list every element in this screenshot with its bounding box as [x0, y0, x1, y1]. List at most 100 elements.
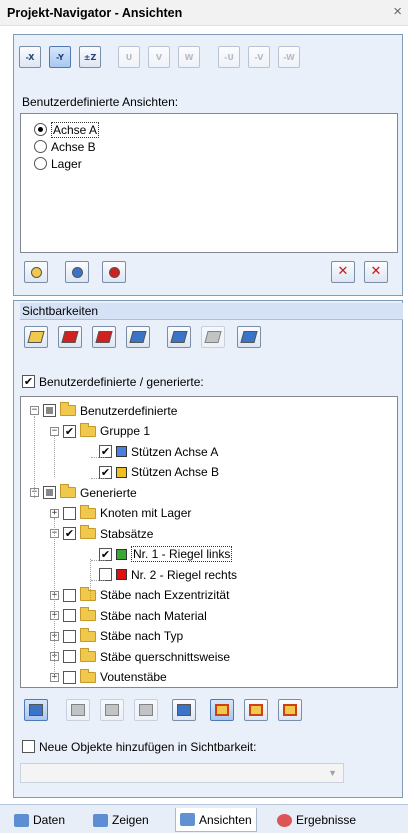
- tree-guide-line: [54, 436, 55, 477]
- tree-checkbox[interactable]: ✔: [99, 465, 112, 479]
- custom-generated-checkbox-row[interactable]: ✔ Benutzerdefinierte / generierte:: [22, 373, 204, 390]
- vis-nodes-icon[interactable]: [24, 326, 48, 348]
- hide-icon[interactable]: [66, 699, 90, 721]
- show-visibility-icon[interactable]: [24, 699, 48, 721]
- new-view-icon[interactable]: [24, 261, 48, 283]
- tree-item[interactable]: + Stäbe nach Material: [50, 607, 207, 624]
- tree-item[interactable]: + Stäbe nach Exzentrizität: [50, 586, 229, 604]
- tree-item[interactable]: + Stäbe nach Typ: [50, 627, 183, 645]
- tree-checkbox[interactable]: [63, 670, 76, 684]
- navigator-tabs: Daten Zeigen Ansichten Ergebnisse: [0, 804, 408, 833]
- custom-view-label: Achse A: [51, 121, 100, 138]
- view-y-icon[interactable]: -Y: [49, 46, 71, 68]
- radio-button[interactable]: [34, 140, 47, 153]
- tab-label: Ansichten: [199, 812, 252, 827]
- view-u-icon[interactable]: U: [118, 46, 140, 68]
- vis-solids-icon[interactable]: [167, 326, 191, 348]
- tab-label: Ergebnisse: [296, 813, 357, 827]
- tree-item[interactable]: − ✔ Gruppe 1: [50, 422, 150, 440]
- tab-label: Daten: [33, 813, 66, 827]
- collapse-icon[interactable]: −: [50, 426, 59, 436]
- view-z-icon[interactable]: ±Z: [79, 46, 101, 68]
- tree-checkbox[interactable]: ✔: [63, 424, 76, 438]
- view-neg-v-icon[interactable]: -V: [248, 46, 270, 68]
- tree-item[interactable]: + Voutenstäbe: [50, 668, 167, 686]
- collapse-icon[interactable]: −: [30, 406, 39, 415]
- hide-2-icon[interactable]: [100, 699, 124, 721]
- tree-guide-line: [91, 478, 105, 479]
- vis-disabled-icon[interactable]: [201, 326, 225, 348]
- tree-checkbox[interactable]: [63, 629, 76, 643]
- tree-item[interactable]: ✔ Stützen Achse A: [86, 443, 218, 460]
- tree-checkbox[interactable]: [63, 609, 76, 622]
- expand-icon[interactable]: +: [50, 508, 59, 518]
- tab-daten[interactable]: Daten: [10, 808, 69, 832]
- remove-icon[interactable]: ✕: [331, 261, 355, 283]
- tree-item-label: Nr. 2 - Riegel rechts: [131, 567, 238, 582]
- custom-view-item[interactable]: Achse A: [34, 121, 100, 138]
- tab-zeigen[interactable]: Zeigen: [89, 808, 153, 832]
- tree-item[interactable]: − ✔ Stabsätze: [50, 525, 153, 542]
- tree-checkbox[interactable]: [43, 486, 56, 499]
- radio-button[interactable]: [34, 123, 47, 136]
- color-swatch: [116, 466, 127, 478]
- folder-icon: [80, 648, 96, 662]
- folder-icon: [80, 668, 96, 683]
- view-x-icon[interactable]: -X: [19, 46, 41, 68]
- tree-checkbox[interactable]: [63, 506, 76, 520]
- folder-icon: [60, 484, 76, 498]
- tree-checkbox[interactable]: ✔: [99, 547, 112, 561]
- view-w-icon[interactable]: W: [178, 46, 200, 68]
- custom-view-item[interactable]: Achse B: [34, 138, 96, 155]
- tree-item[interactable]: − Benutzerdefinierte: [30, 402, 177, 419]
- tree-item-label: Stützen Achse A: [131, 444, 219, 459]
- tree-item[interactable]: + Knoten mit Lager: [50, 504, 191, 522]
- hide-3-icon[interactable]: [134, 699, 158, 721]
- folder-icon: [80, 607, 96, 621]
- chevron-down-icon[interactable]: ▼: [328, 768, 337, 778]
- custom-view-item[interactable]: Lager: [34, 155, 82, 172]
- delete-all-icon[interactable]: ✕: [364, 261, 388, 283]
- overlay-1-icon[interactable]: [210, 699, 234, 721]
- vis-all-icon[interactable]: [237, 326, 261, 348]
- new-objects-checkbox[interactable]: [22, 740, 35, 753]
- vis-members-icon[interactable]: [92, 326, 116, 348]
- tab-ansichten[interactable]: Ansichten: [175, 808, 257, 832]
- view-neg-w-icon[interactable]: -W: [278, 46, 300, 68]
- visibility-select[interactable]: ▼: [20, 763, 344, 783]
- tree-item[interactable]: ✔ Stützen Achse B: [86, 464, 219, 481]
- tree-checkbox[interactable]: [63, 588, 76, 602]
- overlay-3-icon[interactable]: [278, 699, 302, 721]
- tree-checkbox[interactable]: ✔: [63, 527, 76, 540]
- folder-icon: [80, 422, 96, 437]
- tree-checkbox[interactable]: [63, 650, 76, 663]
- close-icon[interactable]: ×: [393, 3, 402, 20]
- edit-view-icon[interactable]: [65, 261, 89, 283]
- tree-checkbox[interactable]: [43, 404, 56, 417]
- custom-view-label: Achse B: [51, 139, 96, 154]
- custom-views-label: Benutzerdefinierte Ansichten:: [22, 95, 179, 109]
- folder-icon: [80, 586, 96, 601]
- new-objects-checkbox-row[interactable]: Neue Objekte hinzufügen in Sichtbarkeit:: [22, 738, 256, 755]
- view-v-icon[interactable]: V: [148, 46, 170, 68]
- tree-item-label: Benutzerdefinierte: [80, 403, 178, 418]
- delete-view-icon[interactable]: [102, 261, 126, 283]
- tree-item[interactable]: − Generierte: [30, 484, 137, 501]
- tree-item[interactable]: + Stäbe querschnittsweise: [50, 648, 230, 665]
- vis-lines-icon[interactable]: [58, 326, 82, 348]
- tree-guide-line: [91, 580, 105, 581]
- custom-generated-checkbox[interactable]: ✔: [22, 375, 35, 388]
- tree-guide-line: [54, 518, 55, 678]
- tree-guide-line: [34, 416, 35, 498]
- tree-guide-line: [91, 457, 105, 458]
- color-swatch: [116, 548, 127, 560]
- show-all-icon[interactable]: [172, 699, 196, 721]
- folder-icon: [80, 627, 96, 642]
- overlay-2-icon[interactable]: [244, 699, 268, 721]
- view-neg-u-icon[interactable]: -U: [218, 46, 240, 68]
- vis-surfaces-icon[interactable]: [126, 326, 150, 348]
- tab-ergebnisse[interactable]: Ergebnisse: [273, 808, 360, 832]
- radio-button[interactable]: [34, 157, 47, 170]
- tree-item[interactable]: Nr. 2 - Riegel rechts: [86, 566, 237, 583]
- tree-item[interactable]: ✔ Nr. 1 - Riegel links: [86, 546, 233, 563]
